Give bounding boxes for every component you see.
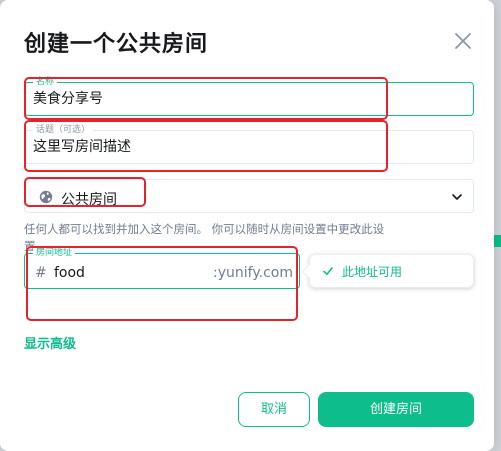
room-topic-field[interactable]: 话题（可选） 这里写房间描述: [24, 124, 474, 164]
cancel-button[interactable]: 取消: [238, 392, 310, 427]
address-hash-prefix: #: [35, 265, 47, 281]
backdrop-accent: [493, 235, 501, 247]
visibility-select[interactable]: 公共房间: [24, 179, 474, 213]
create-room-dialog: 创建一个公共房间 名称 美食分享号 话题（可选） 这里写房间描述 公共房间 任何…: [0, 0, 494, 451]
room-name-value: 美食分享号: [33, 91, 103, 107]
globe-icon: [39, 190, 53, 204]
address-available-tooltip: 此地址可用: [309, 254, 474, 288]
dialog-title: 创建一个公共房间: [24, 32, 209, 57]
address-domain-suffix: :yunify.com: [213, 265, 293, 281]
close-icon[interactable]: [452, 30, 474, 52]
room-topic-label: 话题（可选）: [33, 124, 94, 136]
check-icon: [323, 267, 333, 275]
visibility-help-text: 任何人都可以找到并加入这个房间。 你可以随时从房间设置中更改此设置。: [24, 222, 385, 253]
room-name-label: 名称: [33, 76, 58, 88]
chevron-down-icon: [452, 194, 462, 200]
visibility-selected-value: 公共房间: [61, 192, 117, 208]
create-room-button[interactable]: 创建房间: [318, 392, 474, 427]
show-advanced-link[interactable]: 显示高级: [24, 333, 76, 352]
room-name-field[interactable]: 名称 美食分享号: [24, 76, 474, 116]
room-topic-value: 这里写房间描述: [33, 139, 131, 155]
room-address-field[interactable]: 房间地址 # food :yunify.com: [24, 247, 300, 289]
address-alias-input[interactable]: food: [54, 265, 85, 281]
address-available-text: 此地址可用: [342, 265, 403, 279]
room-address-label: 房间地址: [33, 247, 76, 259]
